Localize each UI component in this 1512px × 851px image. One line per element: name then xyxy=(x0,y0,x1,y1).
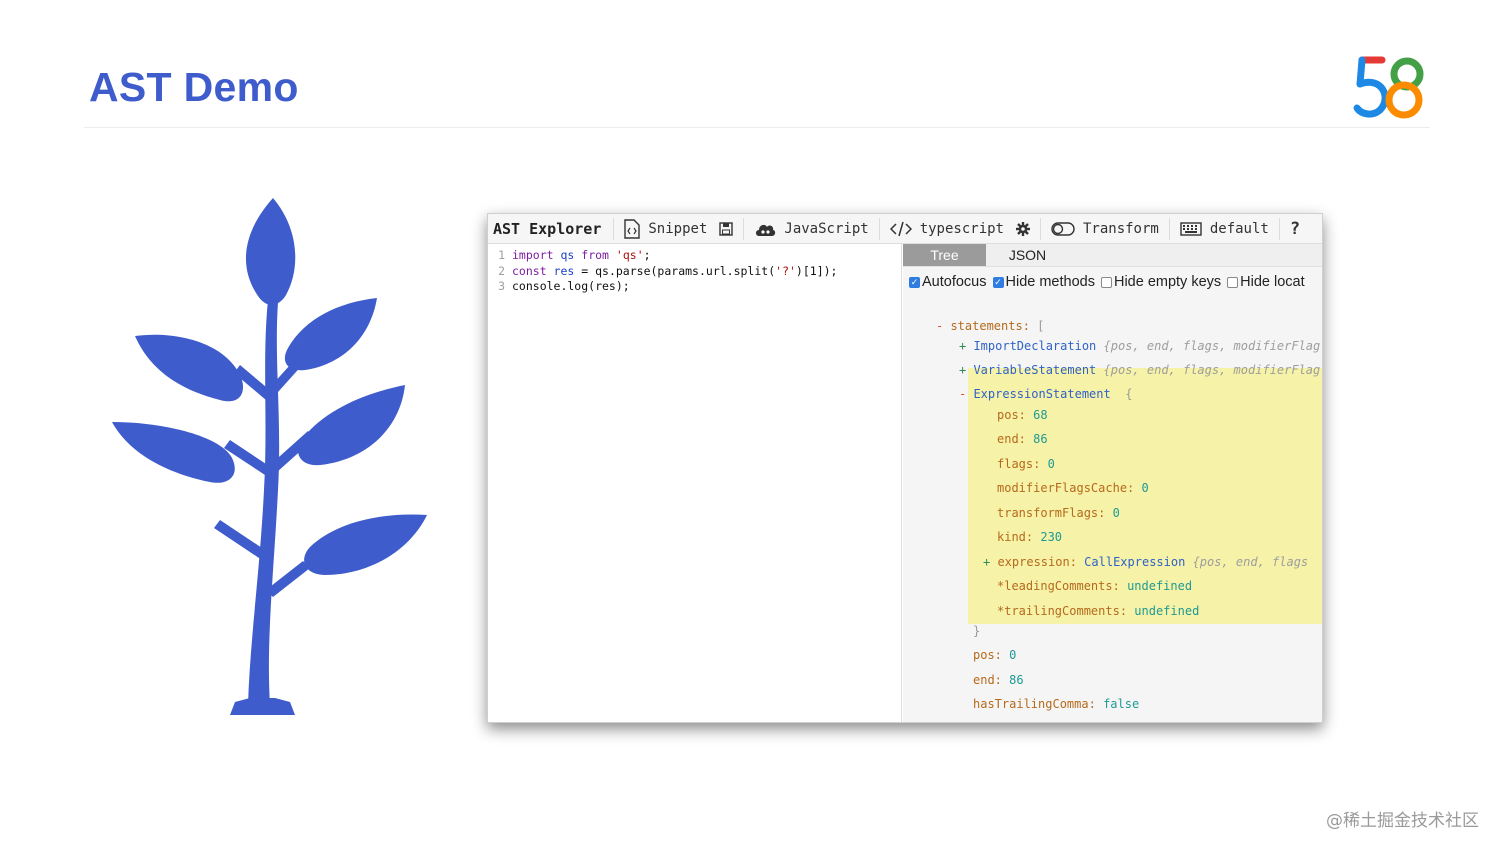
code-token: = qs.parse(params.url.split( xyxy=(574,263,776,278)
option-label: Hide locat xyxy=(1240,274,1305,290)
code-token: 'qs' xyxy=(615,248,644,262)
output-tabs: Tree JSON xyxy=(903,244,1322,267)
parser-menu-button[interactable]: typescript xyxy=(884,221,1010,237)
tree-field: transformFlags: 1114368 xyxy=(973,720,1139,722)
tree-field: *leadingComments: undefined xyxy=(997,579,1193,593)
tree-close-brace: } xyxy=(973,624,981,638)
tree-node-call-expression[interactable]: + expression: CallExpression {pos, end, … xyxy=(983,553,1308,571)
code-token: console.log(res); xyxy=(512,279,630,293)
toolbar-divider xyxy=(743,217,745,240)
help-button[interactable]: ? xyxy=(1284,219,1306,239)
tree-field: transformFlags: 0 xyxy=(997,506,1120,520)
parser-settings-button[interactable] xyxy=(1010,221,1036,236)
hide-methods-checkbox[interactable]: ✓ xyxy=(992,276,1004,288)
code-token: qs xyxy=(560,248,575,262)
logo-58: 58 xyxy=(1353,56,1424,119)
option-label: Hide methods xyxy=(1005,274,1095,290)
tree-field: pos: 68 xyxy=(997,408,1048,422)
tree-options: ✓ Autofocus ✓ Hide methods Hide empty ke… xyxy=(903,267,1322,297)
snippet-label: Snippet xyxy=(648,220,708,237)
ast-toolbar: AST Explorer Snippet JavaScript typescri… xyxy=(488,214,1322,244)
language-menu-button[interactable]: JavaScript xyxy=(748,221,874,237)
cloud-icon xyxy=(756,224,776,236)
code-editor[interactable]: 1 import qs from 'qs'; 2 const res = qs.par… xyxy=(488,244,902,722)
plant-illustration xyxy=(112,198,427,715)
tree-field: end: 86 xyxy=(973,673,1024,687)
toggle-icon xyxy=(1051,221,1075,236)
keyboard-icon xyxy=(1180,221,1202,236)
option-autofocus[interactable]: ✓ Autofocus xyxy=(909,274,987,290)
parser-label: typescript xyxy=(919,220,1004,237)
code-token: '?' xyxy=(775,263,796,278)
tree-node-variable-statement[interactable]: + VariableStatement {pos, end, flags, mo… xyxy=(959,361,1320,379)
ast-explorer-brand: AST Explorer xyxy=(493,219,602,238)
toolbar-divider xyxy=(1039,217,1041,240)
tree-field: pos: 0 xyxy=(973,648,1017,662)
toolbar-divider xyxy=(613,217,615,240)
help-icon: ? xyxy=(1289,218,1301,239)
tree-field: *trailingComments: undefined xyxy=(997,604,1200,618)
tree-field: kind: 230 xyxy=(997,530,1063,544)
ast-explorer-window: AST Explorer Snippet JavaScript typescri… xyxy=(487,213,1323,723)
save-icon xyxy=(719,221,734,236)
slide-title: AST Demo xyxy=(89,64,299,110)
code-token: ; xyxy=(643,248,651,262)
toolbar-divider xyxy=(878,217,880,240)
code-token: const xyxy=(512,263,547,278)
transform-label: Transform xyxy=(1082,220,1159,237)
code-line[interactable]: 2 const res = qs.parse(params.url.split('… xyxy=(488,264,901,280)
code-line[interactable]: 1 import qs from 'qs'; xyxy=(488,248,901,264)
gear-icon xyxy=(1015,221,1030,236)
code-line[interactable]: 3 console.log(res); xyxy=(488,279,901,295)
code-token: from xyxy=(581,248,609,262)
hide-location-checkbox[interactable] xyxy=(1227,276,1239,288)
tree-field: modifierFlagsCache: 0 xyxy=(997,481,1149,495)
tree-node-expression-statement[interactable]: - ExpressionStatement { xyxy=(959,385,1132,403)
line-number: 3 xyxy=(498,279,505,293)
tab-json[interactable]: JSON xyxy=(986,244,1069,266)
save-button[interactable] xyxy=(713,221,739,236)
ast-output-panel: Tree JSON ✓ Autofocus ✓ Hide methods Hid… xyxy=(903,244,1322,722)
tree-field: end: 86 xyxy=(997,432,1048,446)
tree-field: flags: 0 xyxy=(997,457,1055,471)
option-hide-location[interactable]: Hide locat xyxy=(1227,274,1305,290)
tree-node-import-declaration[interactable]: + ImportDeclaration {pos, end, flags, mo… xyxy=(959,337,1320,355)
keymap-menu-button[interactable]: default xyxy=(1174,221,1275,237)
hide-empty-keys-checkbox[interactable] xyxy=(1100,276,1112,288)
snippet-menu-button[interactable]: Snippet xyxy=(618,218,713,239)
option-label: Autofocus xyxy=(922,274,987,290)
toolbar-divider xyxy=(1168,217,1170,240)
autofocus-checkbox[interactable]: ✓ xyxy=(909,276,920,288)
tree-field: hasTrailingComma: false xyxy=(973,697,1140,711)
option-hide-methods[interactable]: ✓ Hide methods xyxy=(992,274,1095,290)
language-label: JavaScript xyxy=(784,220,869,237)
code-token: )[1]); xyxy=(795,263,838,278)
code-brackets-icon xyxy=(889,221,912,236)
option-label: Hide empty keys xyxy=(1113,274,1222,290)
code-token: res xyxy=(553,263,575,278)
line-number: 1 xyxy=(498,248,505,262)
watermark: @稀土掘金技术社区 xyxy=(1326,811,1479,831)
keymap-label: default xyxy=(1209,220,1269,237)
code-token: import xyxy=(512,248,554,262)
line-number: 2 xyxy=(498,263,505,278)
option-hide-empty-keys[interactable]: Hide empty keys xyxy=(1100,274,1222,290)
tab-tree[interactable]: Tree xyxy=(903,244,986,266)
title-divider xyxy=(84,127,1430,128)
toolbar-divider xyxy=(1278,217,1280,240)
transform-toggle-button[interactable]: Transform xyxy=(1045,221,1165,237)
tree-node-statements[interactable]: - statements: [ xyxy=(936,317,1044,335)
snippet-file-icon xyxy=(624,218,641,239)
